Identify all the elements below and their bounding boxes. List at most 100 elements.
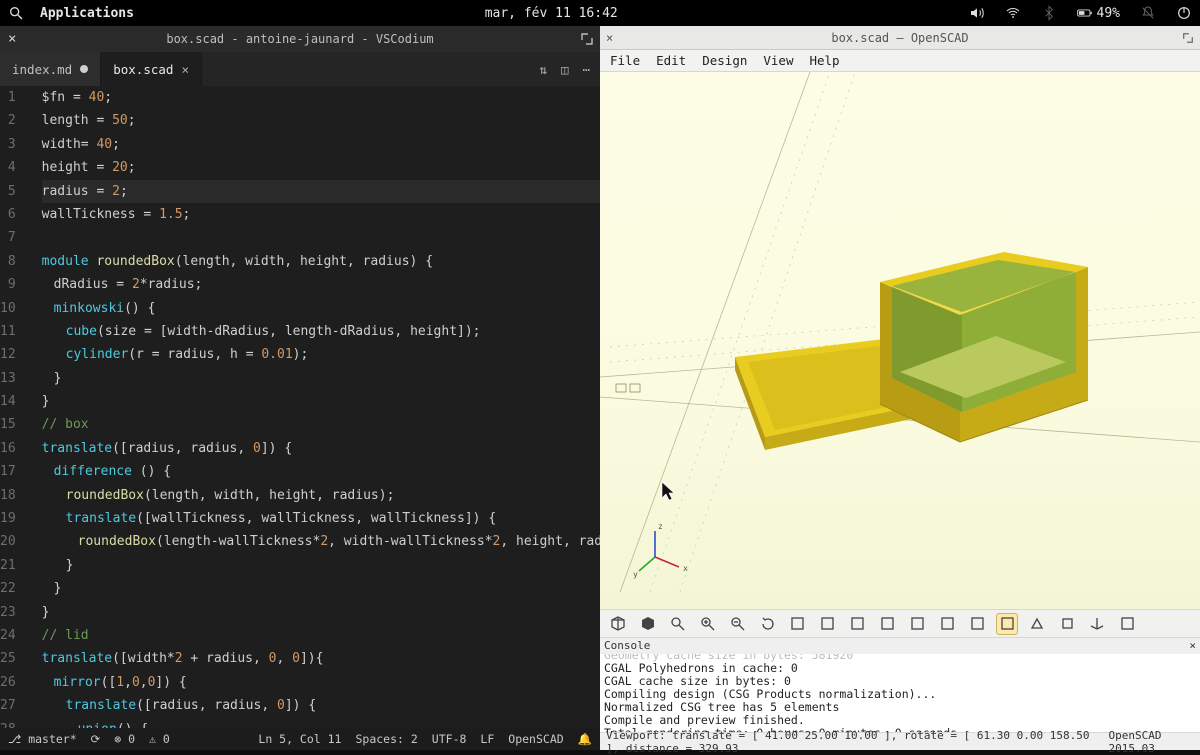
code-line[interactable]: } xyxy=(42,577,600,600)
code-line[interactable]: radius = 2; xyxy=(42,180,600,203)
show-scale-button[interactable] xyxy=(1116,613,1138,635)
tab-label: box.scad xyxy=(113,62,173,77)
left-button[interactable] xyxy=(816,613,838,635)
editor-tab[interactable]: index.md xyxy=(0,52,101,86)
encoding[interactable]: UTF-8 xyxy=(432,732,467,746)
back-button[interactable] xyxy=(876,613,898,635)
zoom-in-button[interactable] xyxy=(696,613,718,635)
openscad-console-panel: Console × Geometry cache size in bytes: … xyxy=(600,637,1200,732)
search-icon[interactable] xyxy=(8,5,24,21)
notifications-icon[interactable]: 🔔 xyxy=(578,732,592,746)
code-line[interactable]: cylinder(r = radius, h = 0.01); xyxy=(42,343,600,366)
diagonal-button[interactable] xyxy=(966,613,988,635)
openscad-titlebar[interactable]: × box.scad — OpenSCAD xyxy=(600,26,1200,50)
code-line[interactable]: minkowski() { xyxy=(42,297,600,320)
menu-view[interactable]: View xyxy=(757,51,799,70)
battery-indicator[interactable]: 49% xyxy=(1077,5,1120,21)
openscad-viewport[interactable]: x y z xyxy=(600,72,1200,609)
perspective-button[interactable] xyxy=(1026,613,1048,635)
git-branch[interactable]: ⎇ master* xyxy=(8,732,77,746)
right-button[interactable] xyxy=(786,613,808,635)
top-button[interactable] xyxy=(906,613,928,635)
code-line[interactable]: cube(size = [width-dRadius, length-dRadi… xyxy=(42,320,600,343)
code-line[interactable]: translate([width*2 + radius, 0, 0]){ xyxy=(42,647,600,670)
editor-titlebar[interactable]: × box.scad - antoine-jaunard - VSCodium xyxy=(0,26,600,52)
render-button[interactable] xyxy=(636,613,658,635)
back-icon xyxy=(880,616,895,631)
language-mode[interactable]: OpenSCAD xyxy=(508,732,563,746)
applications-menu[interactable]: Applications xyxy=(40,6,134,21)
code-line[interactable]: roundedBox(length, width, height, radius… xyxy=(42,484,600,507)
code-line[interactable]: $fn = 40; xyxy=(42,86,600,109)
code-area[interactable]: $fn = 40;length = 50;width= 40;height = … xyxy=(28,86,600,728)
more-actions-icon[interactable]: ⋯ xyxy=(582,62,590,77)
menu-help[interactable]: Help xyxy=(803,51,845,70)
line-gutter: 1234567891011121314151617181920212223242… xyxy=(0,86,28,728)
code-line[interactable]: union() { xyxy=(42,718,600,728)
code-line[interactable]: translate([radius, radius, 0]) { xyxy=(42,437,600,460)
split-editor-icon[interactable]: ◫ xyxy=(561,62,569,77)
code-line[interactable]: translate([wallTickness, wallTickness, w… xyxy=(42,507,600,530)
window-close-icon[interactable]: × xyxy=(606,31,613,45)
console-close-icon[interactable]: × xyxy=(1189,639,1196,653)
system-clock[interactable]: mar, fév 11 16:42 xyxy=(485,6,618,21)
code-line[interactable]: difference () { xyxy=(42,460,600,483)
cursor-position[interactable]: Ln 5, Col 11 xyxy=(258,732,341,746)
bluetooth-off-icon[interactable] xyxy=(1041,5,1057,21)
code-line[interactable]: height = 20; xyxy=(42,156,600,179)
wifi-icon[interactable] xyxy=(1005,5,1021,21)
eol[interactable]: LF xyxy=(480,732,494,746)
power-icon[interactable] xyxy=(1176,5,1192,21)
center-icon xyxy=(1000,616,1015,631)
render-icon xyxy=(640,616,655,631)
code-line[interactable]: } xyxy=(42,601,600,624)
code-line[interactable]: } xyxy=(42,390,600,413)
menu-edit[interactable]: Edit xyxy=(650,51,692,70)
code-editor[interactable]: 1234567891011121314151617181920212223242… xyxy=(0,86,600,728)
battery-icon xyxy=(1077,5,1093,21)
code-line[interactable]: wallTickness = 1.5; xyxy=(42,203,600,226)
view-all-button[interactable] xyxy=(666,613,688,635)
window-close-icon[interactable]: × xyxy=(8,31,16,47)
code-line[interactable]: dRadius = 2*radius; xyxy=(42,273,600,296)
volume-icon[interactable] xyxy=(969,5,985,21)
openscad-title: box.scad — OpenSCAD xyxy=(831,31,968,45)
indentation[interactable]: Spaces: 2 xyxy=(355,732,417,746)
code-line[interactable]: mirror([1,0,0]) { xyxy=(42,671,600,694)
code-line[interactable]: } xyxy=(42,554,600,577)
code-line[interactable]: length = 50; xyxy=(42,109,600,132)
bottom-button[interactable] xyxy=(936,613,958,635)
errors-count[interactable]: ⊗ 0 xyxy=(114,732,135,746)
code-line[interactable]: } xyxy=(42,367,600,390)
zoom-out-button[interactable] xyxy=(726,613,748,635)
code-line[interactable]: roundedBox(length-wallTickness*2, width-… xyxy=(42,530,600,553)
code-line[interactable]: module roundedBox(length, width, height,… xyxy=(42,250,600,273)
viewport-status: Viewport: translate = [ 41.00 25.00 10.0… xyxy=(606,729,1108,755)
menu-design[interactable]: Design xyxy=(696,51,753,70)
front-button[interactable] xyxy=(846,613,868,635)
tab-close-icon[interactable]: × xyxy=(181,62,189,77)
compare-changes-icon[interactable]: ⇅ xyxy=(539,62,547,77)
notifications-off-icon[interactable] xyxy=(1140,5,1156,21)
code-line[interactable]: width= 40; xyxy=(42,133,600,156)
code-line[interactable]: // lid xyxy=(42,624,600,647)
menu-file[interactable]: File xyxy=(604,51,646,70)
preview-button[interactable] xyxy=(606,613,628,635)
reset-view-button[interactable] xyxy=(756,613,778,635)
editor-tab[interactable]: box.scad × xyxy=(101,52,202,86)
window-maximize-icon[interactable] xyxy=(1182,32,1194,44)
warnings-count[interactable]: ⚠ 0 xyxy=(149,732,170,746)
orthogonal-button[interactable] xyxy=(1056,613,1078,635)
code-line[interactable] xyxy=(42,226,600,249)
console-output[interactable]: Geometry cache size in bytes: 581920CGAL… xyxy=(600,654,1200,732)
code-line[interactable]: translate([radius, radius, 0]) { xyxy=(42,694,600,717)
git-sync-icon[interactable]: ⟳ xyxy=(91,732,101,746)
top-icon xyxy=(910,616,925,631)
front-icon xyxy=(850,616,865,631)
axes-button[interactable] xyxy=(1086,613,1108,635)
console-header: Console xyxy=(604,639,650,653)
svg-text:z: z xyxy=(658,522,663,531)
window-maximize-icon[interactable] xyxy=(580,32,594,46)
center-button[interactable] xyxy=(996,613,1018,635)
code-line[interactable]: // box xyxy=(42,413,600,436)
